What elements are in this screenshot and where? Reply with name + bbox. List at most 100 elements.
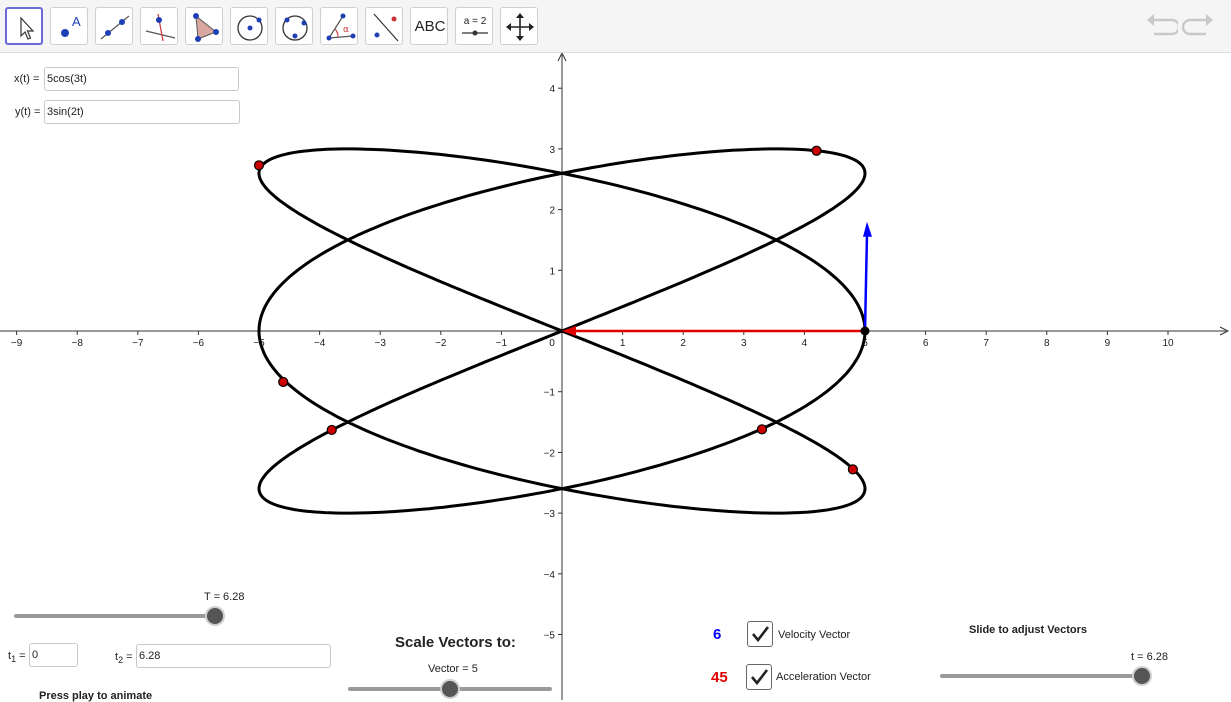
x-function-label: x(t) = [14, 73, 40, 85]
t-slider-track [940, 674, 1142, 678]
y-tick-label: 3 [549, 145, 555, 156]
y-function-label: y(t) = [15, 106, 41, 118]
perpendicular-line-icon [145, 13, 176, 42]
move-view-icon [506, 13, 534, 41]
slider-icon: a = 2 [462, 16, 488, 36]
x-tick-label: −3 [374, 338, 386, 349]
move-graphics-view-tool-button[interactable] [500, 7, 538, 45]
y-tick-label: −4 [544, 570, 556, 581]
T-slider-track [14, 614, 215, 618]
redo-button[interactable] [1181, 10, 1216, 42]
current-point [860, 326, 870, 336]
velocity-checkbox-label: Velocity Vector [778, 629, 851, 641]
T-slider-label: T = 6.28 [204, 591, 245, 603]
acceleration-checkbox-label: Acceleration Vector [776, 671, 871, 683]
x-tick-label: −7 [132, 338, 144, 349]
perpendicular-line-tool-button[interactable] [140, 7, 178, 45]
x-tick-label: −8 [71, 338, 83, 349]
x-tick-label: 7 [983, 338, 989, 349]
angle-tool-label: α [343, 25, 349, 35]
point-icon: A [61, 14, 81, 37]
t2-row: t2 = 6.28 [0, 644, 335, 670]
x-tick-label: 1 [620, 338, 626, 349]
t2-input[interactable]: 6.28 [136, 644, 331, 668]
polygon-icon [193, 13, 219, 42]
text-icon: ABC [414, 18, 446, 35]
curve-point [253, 160, 265, 171]
reflect-about-line-icon [373, 13, 399, 42]
velocity-value: 6 [713, 626, 722, 643]
circle-center-point-icon [237, 15, 263, 41]
press-play-text: Press play to animate [39, 690, 153, 702]
x-tick-label: −6 [193, 338, 205, 349]
x-tick-label: 0 [549, 338, 555, 349]
text-tool-button[interactable]: ABC [410, 7, 448, 45]
circle-three-points-tool-button[interactable] [275, 7, 313, 45]
undo-button[interactable] [1144, 10, 1181, 42]
x-tick-label: −2 [435, 338, 447, 349]
x-tick-label: 3 [741, 338, 747, 349]
y-tick-label: −1 [544, 388, 556, 399]
vector-slider-label: Vector = 5 [428, 663, 478, 675]
circle-center-point-tool-button[interactable] [230, 7, 268, 45]
acceleration-value: 45 [711, 669, 728, 686]
axes: −9 −8 −7 −6 −5 −4 −3 −2 −1 0 1 2 3 4 5 6 7 8 9 10 4 3 2 1 −1 −2 −3… [0, 53, 1230, 700]
curve-point [326, 424, 337, 436]
x-tick-label: 8 [1044, 338, 1050, 349]
x-function-input[interactable]: 5cos(3t) [44, 67, 239, 91]
point-tool-button[interactable]: A [50, 7, 88, 45]
velocity-arrowhead [863, 221, 872, 237]
x-tick-label: 6 [923, 338, 929, 349]
toolbar: A α ABC a = 2 [0, 0, 1231, 53]
t2-subscript: 2 [118, 655, 124, 666]
redo-icon [1181, 14, 1213, 36]
line-through-points-icon [100, 15, 130, 40]
y-tick-label: 1 [549, 266, 555, 277]
y-tick-label: −2 [544, 448, 556, 459]
x-tick-label: −1 [496, 338, 508, 349]
vector-slider-knob[interactable] [442, 681, 458, 697]
curve-point [756, 424, 768, 435]
x-tick-label: −9 [11, 338, 23, 349]
acceleration-checkbox[interactable] [746, 664, 772, 690]
checkmark-icon [751, 669, 769, 686]
curve-point [278, 376, 289, 388]
x-tick-label: 10 [1162, 338, 1174, 349]
slider-tool-label: a = 2 [464, 16, 487, 27]
t-slider-knob[interactable] [1134, 668, 1150, 684]
t-slider-label: t = 6.28 [1131, 651, 1169, 663]
t-slider[interactable] [940, 664, 1150, 688]
T-slider[interactable] [14, 604, 223, 628]
slider-tool-button[interactable]: a = 2 [455, 7, 493, 45]
y-tick-label: −5 [544, 631, 556, 642]
angle-tool-button[interactable]: α [320, 7, 358, 45]
slide-adjust-text: Slide to adjust Vectors [969, 624, 1087, 636]
move-tool-button[interactable] [5, 7, 43, 45]
y-tick-label: −3 [544, 509, 556, 520]
scale-vectors-title: Scale Vectors to: [395, 634, 516, 651]
y-tick-label: 4 [549, 84, 555, 95]
t2-label: t2 = [115, 651, 133, 666]
x-tick-label: −4 [314, 338, 326, 349]
line-tool-button[interactable] [95, 7, 133, 45]
t2-equals: = [126, 651, 133, 663]
polygon-tool-button[interactable] [185, 7, 223, 45]
angle-icon: α [326, 13, 356, 41]
arrow-cursor-icon [20, 16, 35, 40]
x-function-row: x(t) = 5cos(3t) [0, 67, 245, 93]
velocity-checkbox[interactable] [747, 621, 773, 647]
curve-point [847, 464, 858, 475]
y-tick-label: 2 [549, 206, 555, 217]
x-tick-label: 2 [680, 338, 686, 349]
y-function-input[interactable]: 3sin(2t) [44, 100, 240, 124]
point-tool-label: A [72, 14, 81, 29]
vector-slider[interactable] [348, 677, 552, 701]
velocity-vector [863, 233, 869, 332]
undo-icon [1147, 14, 1181, 36]
graphics-view[interactable]: −9 −8 −7 −6 −5 −4 −3 −2 −1 0 1 2 3 4 5 6 7 8 9 10 4 3 2 1 −1 −2 −3… [0, 53, 1231, 700]
reflect-tool-button[interactable] [365, 7, 403, 45]
curve-point [811, 145, 822, 156]
circle-three-points-icon [282, 15, 308, 41]
T-slider-knob[interactable] [207, 608, 223, 624]
x-tick-label: 9 [1105, 338, 1111, 349]
